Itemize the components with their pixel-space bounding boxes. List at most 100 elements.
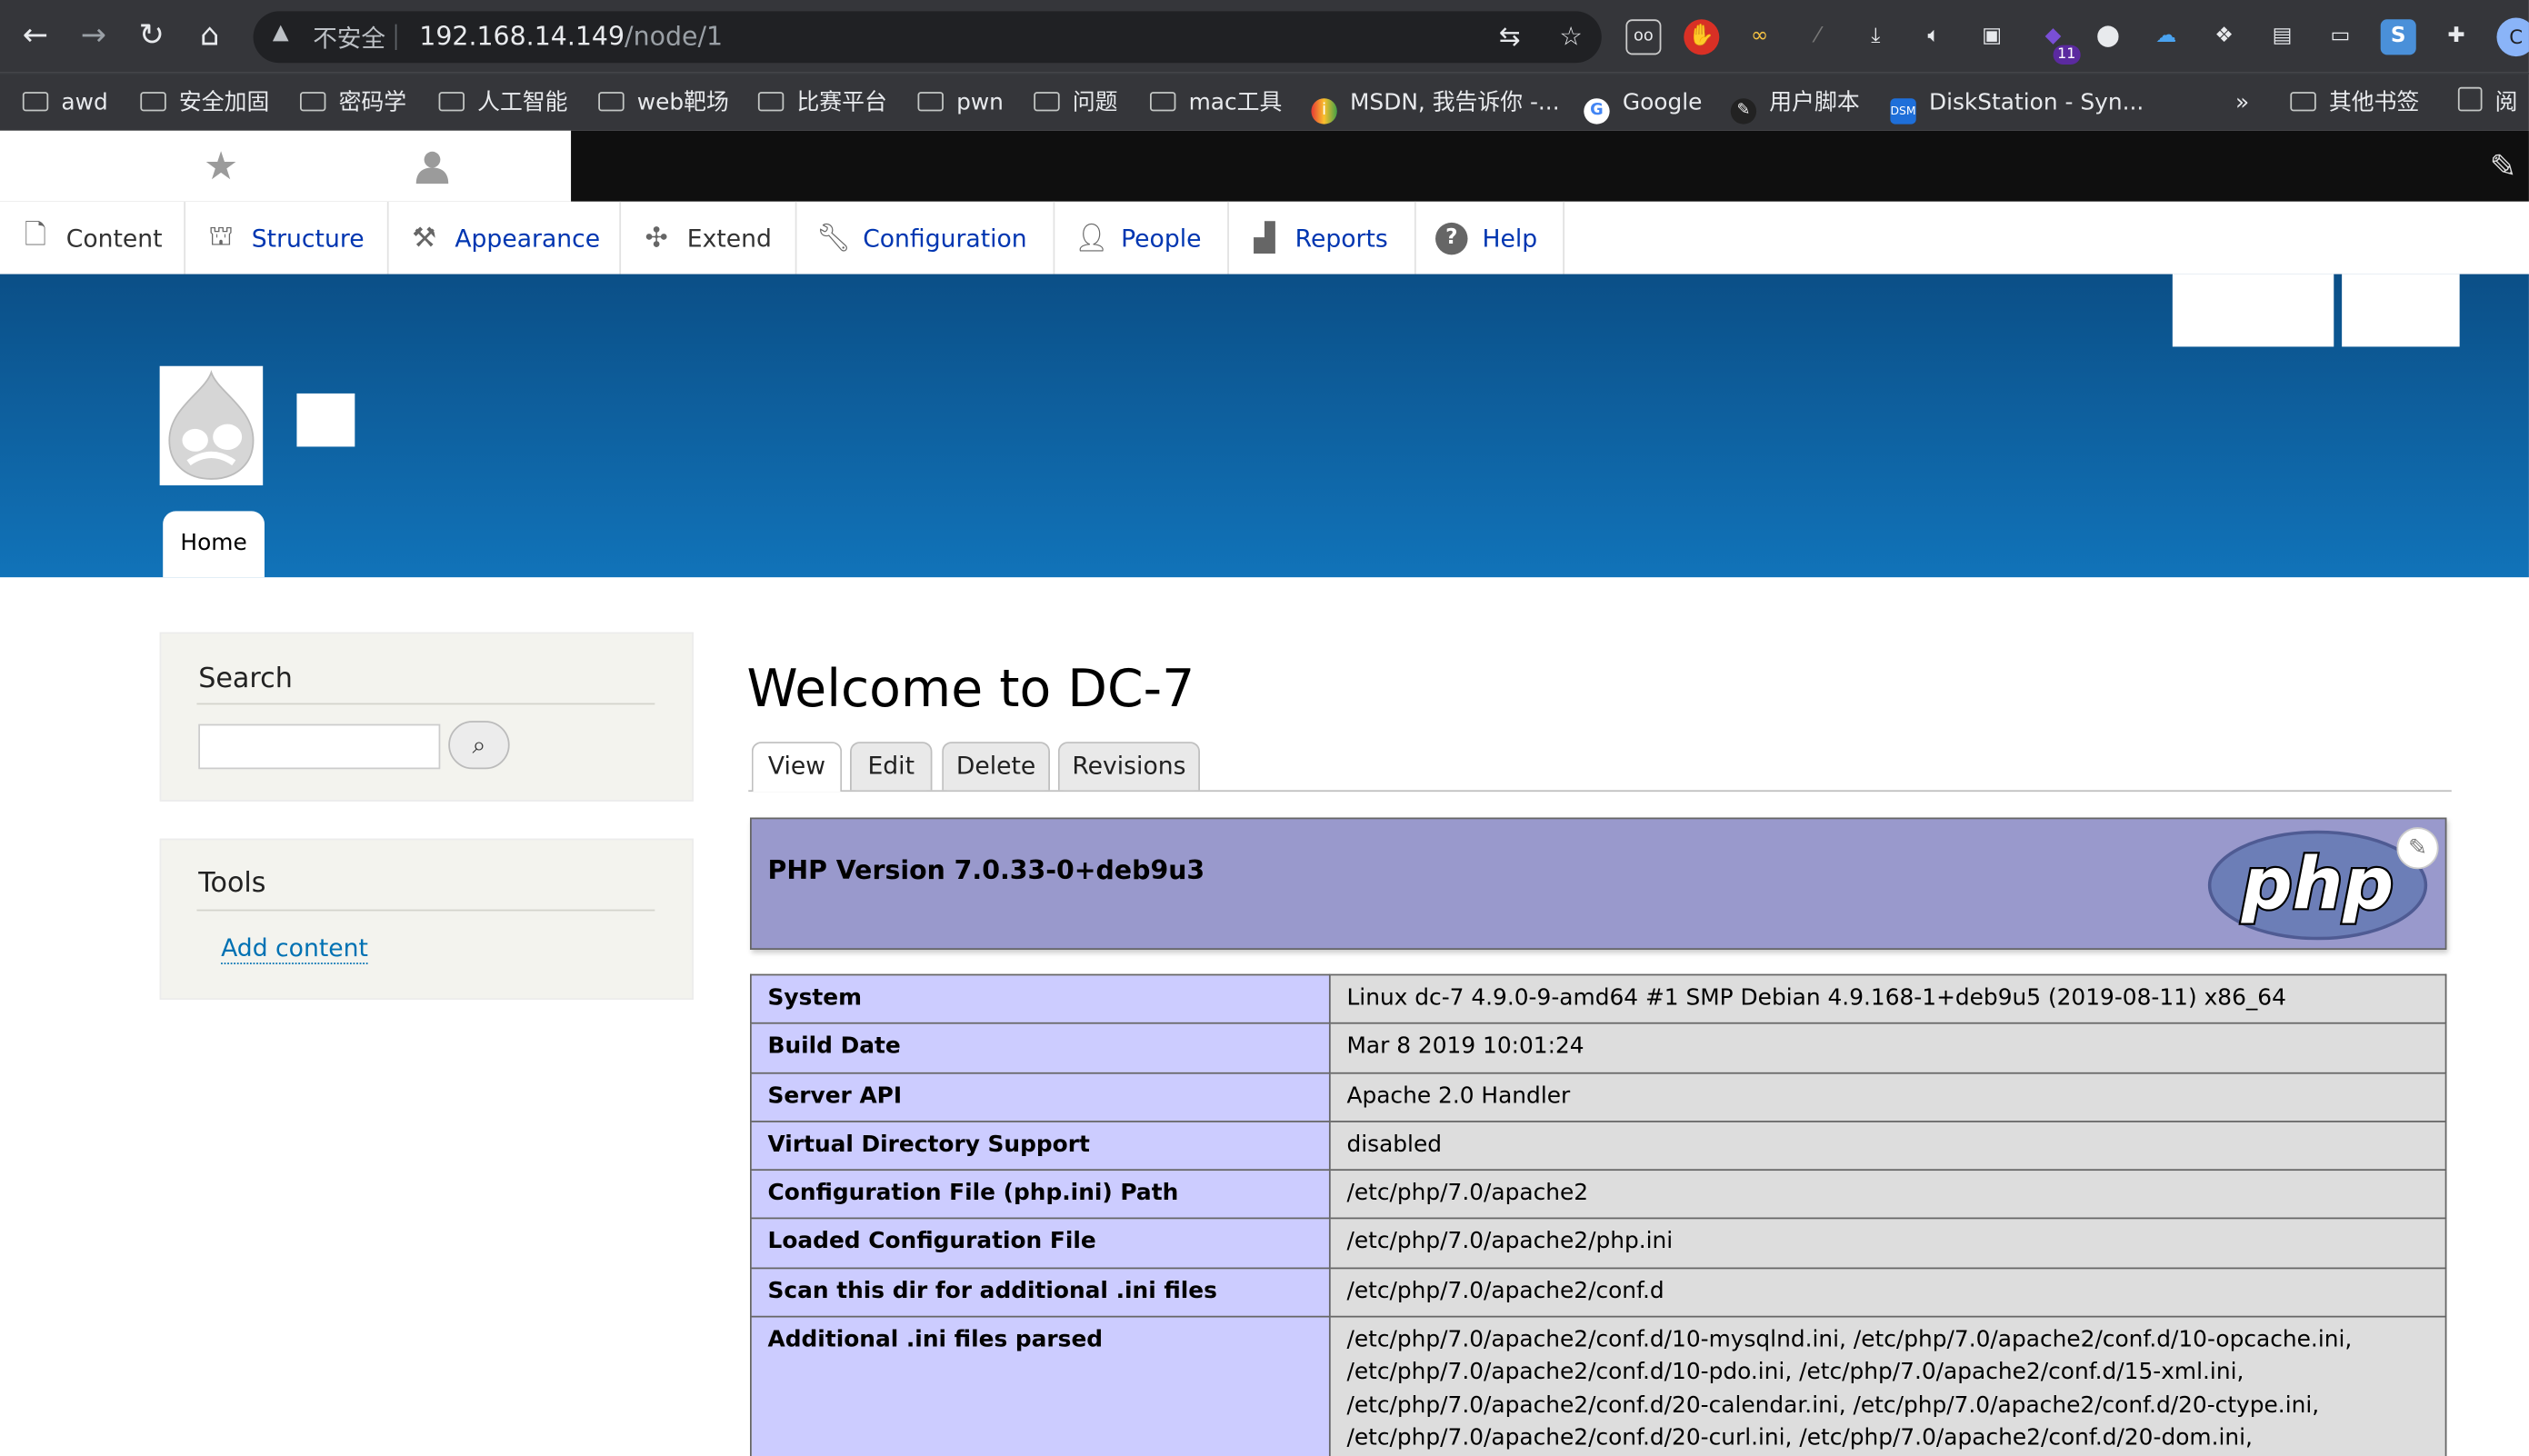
- menu-people[interactable]: 👤︎ People: [1055, 201, 1229, 274]
- menu-label: Reports: [1294, 223, 1388, 253]
- bookmark-label: mac工具: [1188, 90, 1283, 116]
- bookmark-link[interactable]: i MSDN, 我告诉你 -...: [1311, 87, 1560, 125]
- table-row: System Linux dc-7 4.9.0-9-amd64 #1 SMP De…: [750, 973, 2447, 1025]
- menu-extend[interactable]: ✣ Extend: [621, 201, 797, 274]
- window-extension-icon[interactable]: ▣: [1974, 19, 2010, 55]
- folder-icon: [1150, 92, 1176, 112]
- bookmark-link[interactable]: G Google: [1584, 87, 1702, 125]
- signal-extension-icon[interactable]: ⁄: [1800, 19, 1835, 55]
- circle-extension-icon[interactable]: ⬤: [2090, 19, 2125, 55]
- header-button[interactable]: [2342, 274, 2460, 347]
- reload-icon[interactable]: ↻: [132, 16, 171, 55]
- forward-icon[interactable]: →: [75, 16, 114, 55]
- tab-edit[interactable]: Edit: [850, 742, 933, 791]
- home-icon[interactable]: ⌂: [190, 16, 229, 55]
- url-text: 192.168.14.149/node/1: [419, 21, 723, 52]
- bar-chart-icon: ▟: [1254, 221, 1275, 254]
- bookmark-folder[interactable]: 人工智能: [438, 87, 568, 119]
- row-value: Apache 2.0 Handler: [1328, 1072, 2447, 1122]
- bookmark-link[interactable]: ✎ 用户脚本: [1730, 87, 1860, 125]
- bookmark-label: 用户脚本: [1769, 90, 1860, 116]
- edit-pencil-icon[interactable]: ✎: [2484, 146, 2523, 185]
- site-name-box[interactable]: [296, 393, 355, 447]
- bookmark-folder[interactable]: 问题: [1034, 87, 1118, 119]
- menu-label: Configuration: [863, 223, 1027, 253]
- user-silhouette: [415, 151, 449, 184]
- search-icon: ⌕: [472, 730, 486, 760]
- user-icon[interactable]: [400, 131, 465, 202]
- menu-label: Structure: [251, 223, 365, 253]
- puzzle-extension-icon[interactable]: ✚: [2439, 19, 2474, 55]
- search-block: Search ⌕: [159, 632, 694, 802]
- row-value: Mar 8 2019 10:01:24: [1328, 1022, 2447, 1073]
- menu-reports[interactable]: ▟ Reports: [1229, 201, 1416, 274]
- search-input[interactable]: [198, 723, 441, 770]
- comment-extension-icon[interactable]: ▤: [2264, 19, 2300, 55]
- row-value: disabled: [1328, 1120, 2447, 1172]
- row-key: Loaded Configuration File: [750, 1218, 1331, 1269]
- add-content-link[interactable]: Add content: [221, 933, 368, 964]
- hat-extension-icon[interactable]: ◆ 11: [2035, 19, 2081, 65]
- bookmark-folder[interactable]: 比赛平台: [757, 87, 887, 119]
- bookmarks-overflow[interactable]: »: [2235, 87, 2249, 119]
- tabs-baseline: [748, 790, 2452, 793]
- tab-view[interactable]: View: [751, 742, 843, 793]
- back-icon[interactable]: ←: [16, 16, 55, 55]
- url-host: 192.168.14.149: [419, 21, 625, 52]
- folder-icon: [757, 92, 785, 112]
- adblock-extension-icon[interactable]: ✋: [1684, 19, 1720, 55]
- bookmark-folder[interactable]: 安全加固: [140, 87, 269, 119]
- download-extension-icon[interactable]: ⤓: [1858, 19, 1894, 55]
- url-path: /node/1: [625, 21, 724, 52]
- bookmarks-bar: awd 安全加固 密码学 人工智能 web靶场 比赛平台 pwn 问题 mac工…: [0, 72, 2529, 131]
- page-title: Welcome to DC-7: [746, 657, 1195, 720]
- chat-extension-icon[interactable]: ❖: [2206, 19, 2242, 55]
- bookmark-label: pwn: [956, 90, 1004, 116]
- menu-configuration[interactable]: 🔧︎ Configuration: [796, 201, 1055, 274]
- screen: ← → ↻ ⌂ ▲ 不安全 192.168.14.149/node/1 ⇆ ☆ …: [0, 0, 2529, 1456]
- s-extension-icon[interactable]: S: [2380, 19, 2416, 55]
- shortcuts-star-icon[interactable]: ★: [189, 131, 254, 202]
- bookmark-folder[interactable]: mac工具: [1150, 87, 1282, 119]
- search-button[interactable]: ⌕: [448, 721, 510, 770]
- drupal-logo[interactable]: [159, 365, 264, 486]
- edit-pencil-icon[interactable]: ✎: [2396, 827, 2439, 870]
- menu-structure[interactable]: ⛫ Structure: [185, 201, 389, 274]
- menu-content[interactable]: 🗋 Content: [0, 201, 186, 274]
- infinity-extension-icon[interactable]: ∞: [1742, 19, 1777, 55]
- tab-delete[interactable]: Delete: [942, 742, 1051, 791]
- bookmark-other-folder[interactable]: 其他书签: [2290, 87, 2419, 119]
- sound-extension-icon[interactable]: 🔈︎: [1916, 19, 1952, 55]
- reading-list[interactable]: 阅: [2457, 86, 2518, 119]
- help-icon: ?: [1435, 221, 1468, 254]
- bookmark-link[interactable]: DSM DiskStation - Syn...: [1890, 87, 2144, 125]
- bookmark-folder[interactable]: pwn: [917, 87, 1004, 119]
- cloud-extension-icon[interactable]: ☁: [2148, 19, 2184, 55]
- table-row: Scan this dir for additional .ini files /…: [750, 1267, 2447, 1318]
- menu-help[interactable]: ? Help: [1416, 201, 1564, 274]
- glasses-extension-icon[interactable]: ▭: [2323, 19, 2358, 55]
- drupal-drop-icon: [168, 370, 255, 480]
- address-bar[interactable]: ▲ 不安全 192.168.14.149/node/1 ⇆ ☆: [253, 11, 1602, 64]
- bookmark-label: 人工智能: [477, 90, 568, 116]
- divider: [196, 703, 655, 705]
- sitemap-icon: ⛫: [208, 220, 234, 253]
- header-button[interactable]: [2172, 274, 2334, 347]
- bookmark-star-icon[interactable]: ☆: [1554, 19, 1589, 55]
- reader-extension-icon[interactable]: oo: [1625, 19, 1662, 55]
- bookmark-folder[interactable]: awd: [22, 87, 108, 119]
- menu-label: Content: [65, 223, 163, 253]
- bookmark-folder[interactable]: web靶场: [598, 87, 729, 119]
- browser-toolbar: ← → ↻ ⌂ ▲ 不安全 192.168.14.149/node/1 ⇆ ☆ …: [0, 0, 2529, 73]
- home-tab[interactable]: Home: [163, 511, 265, 578]
- folder-icon: [1034, 92, 1060, 112]
- tab-revisions[interactable]: Revisions: [1057, 742, 1201, 791]
- translate-icon[interactable]: ⇆: [1492, 19, 1527, 55]
- script-icon: ✎: [1730, 98, 1757, 125]
- puzzle-icon: ✣: [645, 221, 668, 254]
- table-row: Virtual Directory Support disabled: [750, 1120, 2447, 1172]
- bookmark-folder[interactable]: 密码学: [300, 87, 406, 119]
- menu-appearance[interactable]: ⚒ Appearance: [389, 201, 622, 274]
- profile-avatar[interactable]: C: [2496, 17, 2529, 57]
- row-key: Server API: [750, 1072, 1331, 1122]
